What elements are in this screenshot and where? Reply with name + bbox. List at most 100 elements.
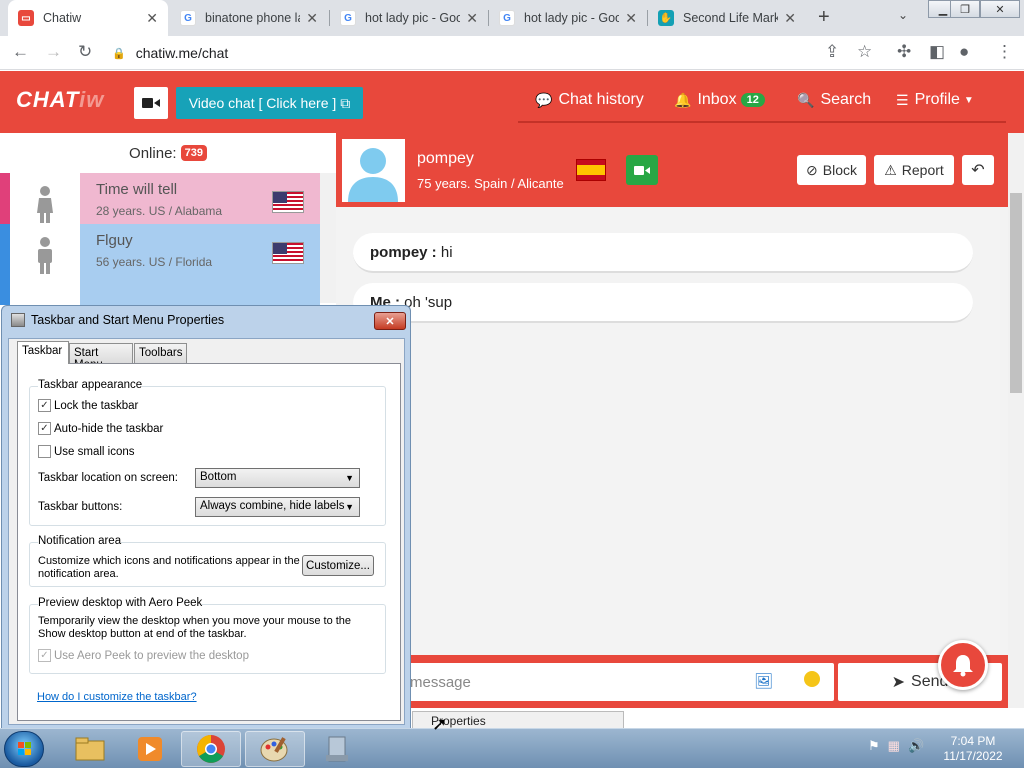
user-list-item[interactable]: Flguy 56 years. US / Florida bbox=[0, 224, 320, 288]
dialog-close-button[interactable]: ✕ bbox=[374, 312, 406, 330]
nav-profile[interactable]: ☰ Profile ▼ bbox=[896, 91, 974, 109]
windows-taskbar: ⚑ ▦ 🔊 7:04 PM 11/17/2022 bbox=[0, 728, 1024, 768]
volume-icon[interactable]: 🔊 bbox=[908, 738, 924, 754]
profile-avatar-icon[interactable]: ● bbox=[959, 42, 969, 62]
explorer-taskbar-item[interactable] bbox=[60, 731, 120, 767]
nav-search[interactable]: 🔍 Search bbox=[797, 91, 871, 109]
notification-bell-button[interactable] bbox=[938, 640, 988, 690]
gender-stripe bbox=[0, 288, 10, 305]
emoji-icon[interactable] bbox=[804, 671, 820, 687]
window-close-icon[interactable]: ✕ bbox=[980, 0, 1020, 18]
user-list-item[interactable] bbox=[0, 288, 320, 305]
chatiw-logo[interactable]: CHATiw bbox=[16, 87, 104, 113]
video-chat-label: Video chat [ Click here ] bbox=[188, 95, 337, 111]
online-counter: Online: 739 bbox=[0, 133, 336, 173]
taskbar-properties-taskbar-item[interactable] bbox=[307, 731, 367, 767]
nav-label: Search bbox=[820, 91, 872, 108]
tab-hot-lady-2[interactable]: G hot lady pic - Goo ✕ bbox=[489, 0, 647, 36]
message-sender: pompey : bbox=[370, 244, 437, 261]
chevron-down-icon[interactable]: ⌄ bbox=[898, 8, 908, 22]
back-reply-button[interactable]: ↶ bbox=[962, 155, 994, 185]
partner-name: pompey bbox=[417, 150, 474, 167]
avatar bbox=[10, 288, 80, 305]
aero-peek-group: Preview desktop with Aero Peek Temporari… bbox=[29, 597, 386, 674]
video-chat-button[interactable]: Video chat [ Click here ] ⧉ bbox=[176, 87, 363, 119]
close-icon[interactable]: ✕ bbox=[784, 10, 796, 27]
chrome-icon bbox=[197, 735, 225, 763]
share-icon[interactable]: ⇪ bbox=[825, 42, 839, 62]
chatiw-favicon: ▭ bbox=[18, 10, 34, 26]
inbox-count-badge: 12 bbox=[740, 93, 765, 107]
aero-peek-checkbox[interactable]: ✓ Use Aero Peek to preview the desktop bbox=[38, 649, 249, 662]
new-tab-icon[interactable]: + bbox=[818, 6, 830, 29]
taskbar-properties-dialog: Taskbar and Start Menu Properties ✕ Task… bbox=[1, 305, 411, 730]
paint-icon bbox=[260, 737, 288, 762]
lock-taskbar-checkbox[interactable]: ✓ Lock the taskbar bbox=[38, 399, 138, 412]
dialog-body: Taskbar Start Menu Toolbars Taskbar appe… bbox=[8, 338, 405, 725]
menu-kebab-icon[interactable]: ⋮ bbox=[996, 42, 1013, 62]
tab-label: Taskbar bbox=[22, 345, 63, 357]
page-scrollbar[interactable] bbox=[1008, 133, 1024, 728]
checkbox-label: Use small icons bbox=[54, 445, 135, 458]
checkbox-checked-icon: ✓ bbox=[38, 422, 51, 435]
image-icon[interactable]: 🖼 bbox=[754, 672, 773, 690]
notification-description: Customize which icons and notifications … bbox=[38, 555, 300, 580]
nav-inbox[interactable]: 🔔 Inbox 12 bbox=[674, 91, 765, 109]
customize-button[interactable]: Customize... bbox=[302, 555, 374, 576]
taskbar-tab-panel: Taskbar appearance ✓ Lock the taskbar ✓ Au… bbox=[17, 363, 401, 721]
tab-chatiw[interactable]: ▭ Chatiw ✕ bbox=[8, 0, 168, 36]
video-camera-button[interactable] bbox=[134, 87, 168, 119]
media-player-icon bbox=[138, 737, 162, 761]
scrollbar-thumb[interactable] bbox=[1010, 193, 1022, 393]
close-icon[interactable]: ✕ bbox=[146, 10, 158, 27]
block-button[interactable]: ⊘ Block bbox=[797, 155, 866, 185]
nav-label: Inbox bbox=[697, 91, 737, 108]
close-icon: ✕ bbox=[385, 315, 395, 328]
nav-chat-history[interactable]: 💬 Chat history bbox=[535, 91, 644, 109]
checkbox-checked-icon: ✓ bbox=[38, 399, 51, 412]
small-icons-checkbox[interactable]: Use small icons bbox=[38, 445, 135, 458]
close-icon[interactable]: ✕ bbox=[306, 10, 318, 27]
start-button[interactable] bbox=[4, 731, 44, 767]
user-list-scrollbar[interactable] bbox=[320, 173, 336, 303]
logo-text: CHAT bbox=[16, 87, 80, 112]
tab-toolbars[interactable]: Toolbars bbox=[134, 343, 187, 363]
chat-header: pompey 75 years. Spain / Alicante ⊘ Bloc… bbox=[336, 133, 1008, 207]
location-select[interactable]: Bottom ▼ bbox=[195, 468, 360, 488]
partner-avatar[interactable] bbox=[342, 139, 405, 202]
report-button[interactable]: ⚠ Report bbox=[874, 155, 954, 185]
help-link[interactable]: How do I customize the taskbar? bbox=[37, 691, 197, 703]
online-label: Online: bbox=[129, 144, 177, 162]
network-icon[interactable]: ▦ bbox=[888, 738, 900, 754]
back-arrow-icon[interactable]: ← bbox=[12, 42, 29, 62]
dialog-titlebar[interactable]: Taskbar and Start Menu Properties bbox=[11, 313, 224, 327]
action-center-flag-icon[interactable]: ⚑ bbox=[868, 738, 880, 754]
autohide-taskbar-checkbox[interactable]: ✓ Auto-hide the taskbar bbox=[38, 422, 163, 435]
buttons-select[interactable]: Always combine, hide labels ▼ bbox=[195, 497, 360, 517]
paint-taskbar-item[interactable] bbox=[245, 731, 305, 767]
tab-label: Toolbars bbox=[139, 347, 183, 359]
tab-taskbar[interactable]: Taskbar bbox=[17, 341, 69, 364]
extensions-icon[interactable]: ✣ bbox=[897, 42, 911, 62]
close-icon[interactable]: ✕ bbox=[625, 10, 637, 27]
restore-icon[interactable]: ❐ bbox=[950, 0, 980, 18]
forward-arrow-icon[interactable]: → bbox=[45, 42, 62, 62]
bookmark-star-icon[interactable]: ☆ bbox=[857, 42, 872, 62]
tab-binatone[interactable]: G binatone phone la ✕ bbox=[170, 0, 328, 36]
video-call-button[interactable] bbox=[626, 155, 658, 185]
side-panel-icon[interactable]: ◧ bbox=[929, 42, 945, 62]
us-flag-icon bbox=[272, 191, 304, 213]
tab-hot-lady-1[interactable]: G hot lady pic - Goo ✕ bbox=[330, 0, 488, 36]
tab-start-menu[interactable]: Start Menu bbox=[69, 343, 133, 371]
close-icon[interactable]: ✕ bbox=[466, 10, 478, 27]
reload-icon[interactable]: ↻ bbox=[78, 42, 92, 62]
chrome-taskbar-item[interactable] bbox=[181, 731, 241, 767]
system-clock[interactable]: 7:04 PM 11/17/2022 bbox=[940, 734, 1006, 764]
message-input[interactable]: message 🖼 bbox=[348, 663, 834, 701]
partner-meta: 75 years. Spain / Alicante bbox=[417, 176, 564, 191]
nav-label: Profile bbox=[914, 91, 960, 108]
media-player-taskbar-item[interactable] bbox=[120, 731, 180, 767]
tab-title: hot lady pic - Goo bbox=[524, 11, 620, 25]
address-bar[interactable]: 🔒 chatiw.me/chat bbox=[112, 39, 868, 67]
tab-second-life[interactable]: ✋ Second Life Marke ✕ bbox=[648, 0, 806, 36]
